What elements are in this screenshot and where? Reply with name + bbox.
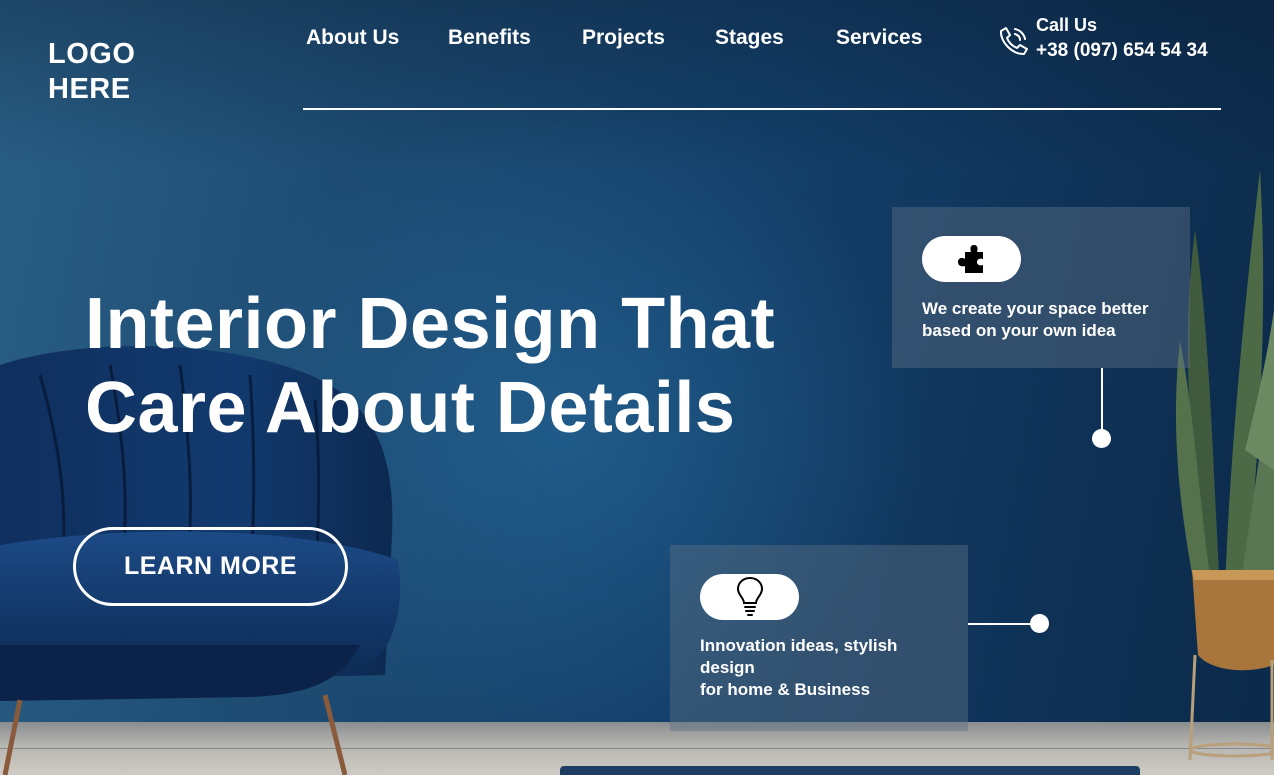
feature-card-idea: We create your space better based on you…: [892, 207, 1190, 368]
feature-icon-pill: [922, 236, 1021, 282]
nav-about-us[interactable]: About Us: [306, 25, 399, 51]
connector-dot: [1092, 429, 1111, 448]
puzzle-piece-icon: [957, 245, 983, 273]
phone-number-link[interactable]: +38 (097) 654 54 34: [1036, 39, 1208, 63]
nav-services[interactable]: Services: [836, 25, 922, 51]
hero-headline: Interior Design That Care About Details: [85, 284, 776, 448]
feature-icon-pill: [700, 574, 799, 620]
phone-icon[interactable]: [997, 25, 1029, 57]
rug: [560, 766, 1140, 775]
feature-text: Innovation ideas, stylish design for hom…: [700, 636, 898, 699]
nav-stages[interactable]: Stages: [715, 25, 784, 51]
nav-divider: [303, 108, 1221, 110]
connector-dot: [1030, 614, 1049, 633]
call-us-label: Call Us: [1036, 15, 1098, 35]
feature-text: We create your space better based on you…: [922, 299, 1149, 340]
learn-more-button[interactable]: LEARN MORE: [73, 527, 348, 606]
nav-benefits[interactable]: Benefits: [448, 25, 531, 51]
connector-line: [968, 623, 1036, 625]
connector-line: [1101, 368, 1103, 434]
lightbulb-icon: [736, 577, 763, 616]
nav-projects[interactable]: Projects: [582, 25, 665, 51]
feature-card-innovation: Innovation ideas, stylish design for hom…: [670, 545, 968, 731]
